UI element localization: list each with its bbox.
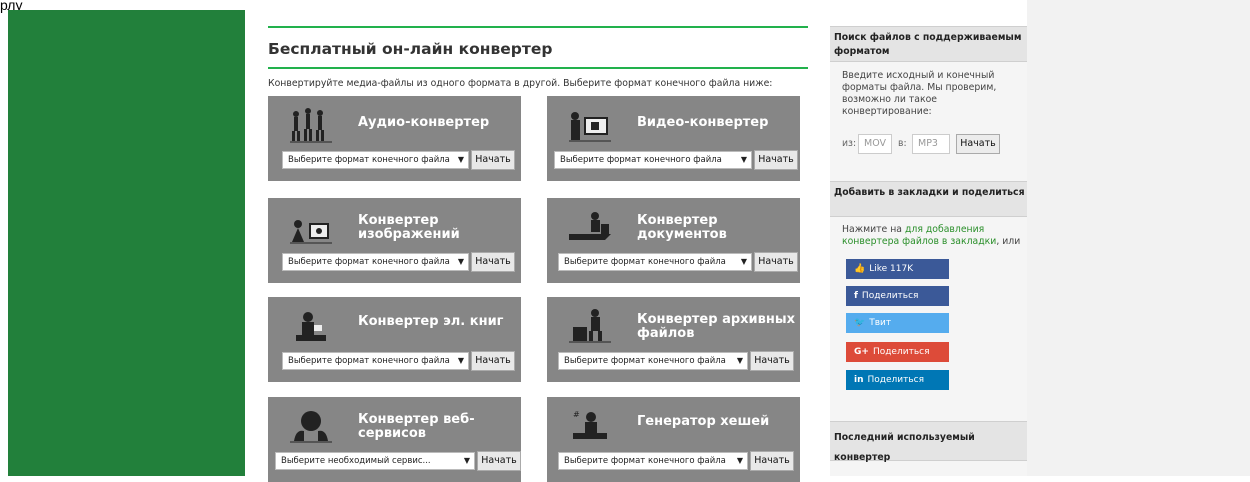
card-title: Конвертер эл. книг [358, 314, 504, 329]
format-select[interactable]: Выберите формат конечного файла ▼ [558, 253, 752, 271]
converter-card-video[interactable]: Видео-конвертер Выберите формат конечног… [547, 96, 800, 181]
service-select[interactable]: Выберите необходимый сервис... ▼ [275, 452, 475, 470]
format-select[interactable]: Выберите формат конечного файла ▼ [558, 452, 748, 470]
last-converter-heading: Последний используемый конвертер [834, 432, 975, 463]
start-button[interactable]: Начать [754, 252, 798, 272]
chevron-down-icon: ▼ [457, 356, 464, 365]
share-label: Поделиться [867, 375, 925, 385]
format-select[interactable]: Выберите формат конечного файла ▼ [282, 253, 469, 271]
to-label: в: [898, 138, 907, 149]
start-button[interactable]: Начать [471, 252, 515, 272]
search-heading: Поиск файлов с поддерживаемым форматом [834, 32, 1022, 57]
last-converter-section-header: Последний используемый конвертер [830, 421, 1027, 463]
select-value: Выберите необходимый сервис... [281, 456, 431, 466]
format-select[interactable]: Выберите формат конечного файла ▼ [558, 352, 748, 370]
converter-card-webservices[interactable]: Конвертер веб-сервисов Выберите необходи… [268, 397, 521, 482]
share-label: Твит [869, 318, 892, 328]
facebook-like-button[interactable]: 👍 Like 117K [846, 259, 949, 279]
video-camera-icon [569, 112, 611, 142]
bookmark-section-header: Добавить в закладки и поделиться [830, 181, 1027, 217]
document-desk-icon [569, 212, 611, 240]
chevron-down-icon: ▼ [736, 456, 743, 465]
select-value: Выберите формат конечного файла [288, 356, 450, 366]
chevron-down-icon: ▼ [457, 257, 464, 266]
search-section-header: Поиск файлов с поддерживаемым форматом [830, 26, 1027, 62]
right-sidebar: Поиск файлов с поддерживаемым форматом В… [830, 26, 1027, 476]
card-title: Видео-конвертер [637, 115, 769, 130]
linkedin-icon: in [854, 375, 864, 385]
card-title: Конвертер веб-сервисов [358, 412, 475, 441]
card-title: Конвертер изображений [358, 213, 460, 242]
start-button[interactable]: Начать [477, 451, 521, 471]
page-text-fragment: рлу [0, 0, 23, 13]
left-green-panel [8, 10, 245, 476]
googleplus-share-button[interactable]: G+ Поделиться [846, 342, 949, 362]
card-title: Аудио-конвертер [358, 115, 490, 130]
card-title: Конвертер архивных файлов [637, 312, 795, 341]
linkedin-share-button[interactable]: in Поделиться [846, 370, 949, 390]
select-value: Выберите формат конечного файла [288, 155, 450, 165]
ebook-reader-icon [296, 312, 326, 341]
converter-card-documents[interactable]: Конвертер документов Выберите формат кон… [547, 198, 800, 283]
converter-card-audio[interactable]: Аудио-конвертер Выберите формат конечног… [268, 96, 521, 181]
title-divider [268, 67, 808, 69]
share-label: Like 117K [869, 264, 914, 274]
chevron-down-icon: ▼ [740, 257, 747, 266]
search-description: Введите исходный и конечный форматы файл… [842, 70, 997, 117]
hash-person-icon: # [573, 410, 607, 439]
top-divider [268, 26, 808, 28]
to-format-input[interactable]: MP3 [912, 134, 950, 154]
format-select[interactable]: Выберите формат конечного файла ▼ [282, 151, 469, 169]
format-select[interactable]: Выберите формат конечного файла ▼ [554, 151, 752, 169]
like-thumb-icon: 👍 [854, 264, 866, 274]
from-format-input[interactable]: MOV [858, 134, 892, 154]
bookmark-heading: Добавить в закладки и поделиться [834, 187, 1025, 198]
bookmark-text: Нажмите на для добавления конвертера фай… [842, 224, 1027, 248]
from-label: из: [842, 138, 857, 149]
bookmark-text-end: , или [996, 236, 1021, 247]
bookmark-text-start: Нажмите на [842, 224, 905, 235]
converter-card-archives[interactable]: Конвертер архивных файлов Выберите форма… [547, 297, 800, 382]
card-title: Генератор хешей [637, 414, 770, 429]
chevron-down-icon: ▼ [736, 356, 743, 365]
start-button[interactable]: Начать [471, 351, 515, 371]
select-value: Выберите формат конечного файла [564, 356, 726, 366]
audio-people-icon [290, 108, 332, 143]
start-button[interactable]: Начать [750, 351, 794, 371]
search-start-button[interactable]: Начать [956, 134, 1000, 154]
image-photographer-icon [290, 220, 332, 244]
converter-card-ebooks[interactable]: Конвертер эл. книг Выберите формат конеч… [268, 297, 521, 382]
svg-text:#: # [573, 410, 580, 419]
googleplus-icon: G+ [854, 347, 869, 357]
globe-hands-icon [290, 411, 332, 443]
format-select[interactable]: Выберите формат конечного файла ▼ [282, 352, 469, 370]
start-button[interactable]: Начать [471, 150, 515, 170]
share-label: Поделиться [872, 347, 930, 357]
facebook-share-button[interactable]: f Поделиться [846, 286, 949, 306]
chevron-down-icon: ▼ [463, 456, 470, 465]
chevron-down-icon: ▼ [457, 155, 464, 164]
page-description: Конвертируйте медиа-файлы из одного форм… [268, 78, 773, 89]
twitter-icon: 🐦 [854, 318, 866, 328]
right-gray-panel [1027, 0, 1250, 476]
card-title: Конвертер документов [637, 213, 727, 242]
select-value: Выберите формат конечного файла [560, 155, 722, 165]
select-value: Выберите формат конечного файла [564, 257, 726, 267]
start-button[interactable]: Начать [750, 451, 794, 471]
facebook-icon: f [854, 291, 858, 301]
chevron-down-icon: ▼ [740, 155, 747, 164]
page-title: Бесплатный он-лайн конвертер [268, 40, 553, 58]
converter-card-hash[interactable]: # Генератор хешей Выберите формат конечн… [547, 397, 800, 482]
archive-worker-icon [569, 309, 611, 343]
select-value: Выберите формат конечного файла [564, 456, 726, 466]
start-button[interactable]: Начать [754, 150, 798, 170]
twitter-share-button[interactable]: 🐦 Твит [846, 313, 949, 333]
converter-card-images[interactable]: Конвертер изображений Выберите формат ко… [268, 198, 521, 283]
share-label: Поделиться [861, 291, 919, 301]
select-value: Выберите формат конечного файла [288, 257, 450, 267]
